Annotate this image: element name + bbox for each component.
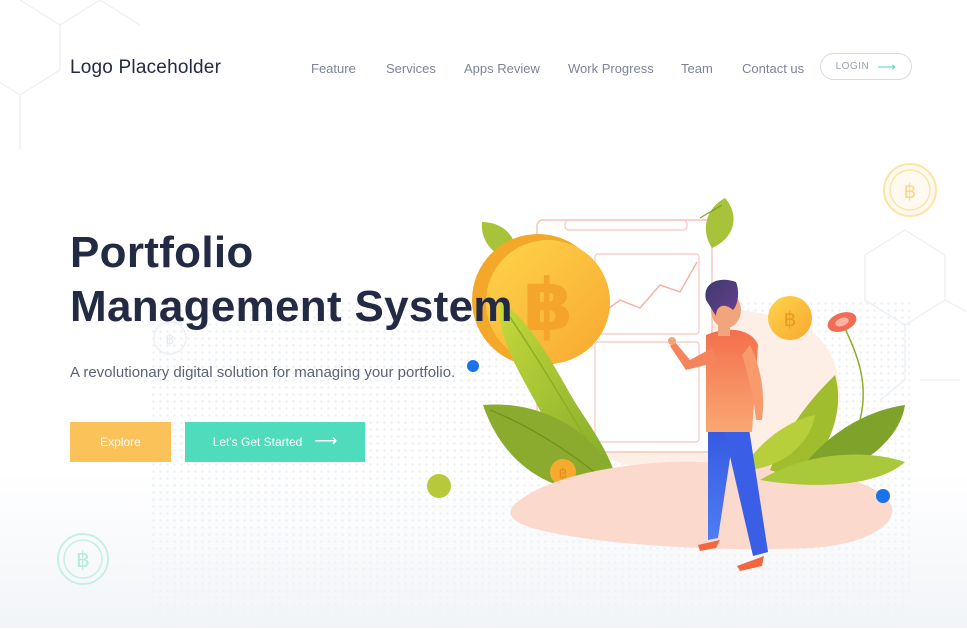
decor-dot [876,489,890,503]
explore-button[interactable]: Explore [70,422,171,462]
coin-symbol: ฿ [784,307,797,331]
hero-title-line1: Portfolio [70,228,254,277]
hero-title: Portfolio Management System [70,226,513,334]
hero-subtitle: A revolutionary digital solution for man… [70,364,456,381]
get-started-label: Let's Get Started [212,435,303,449]
arrow-right-icon: ⟶ [314,433,338,450]
decor-dot [467,360,479,372]
explore-label: Explore [100,435,141,449]
get-started-button[interactable]: Let's Get Started ⟶ [185,422,365,462]
leaf-icon [705,198,734,248]
decor-dot [427,474,451,498]
hero-title-line2: Management System [70,282,513,331]
